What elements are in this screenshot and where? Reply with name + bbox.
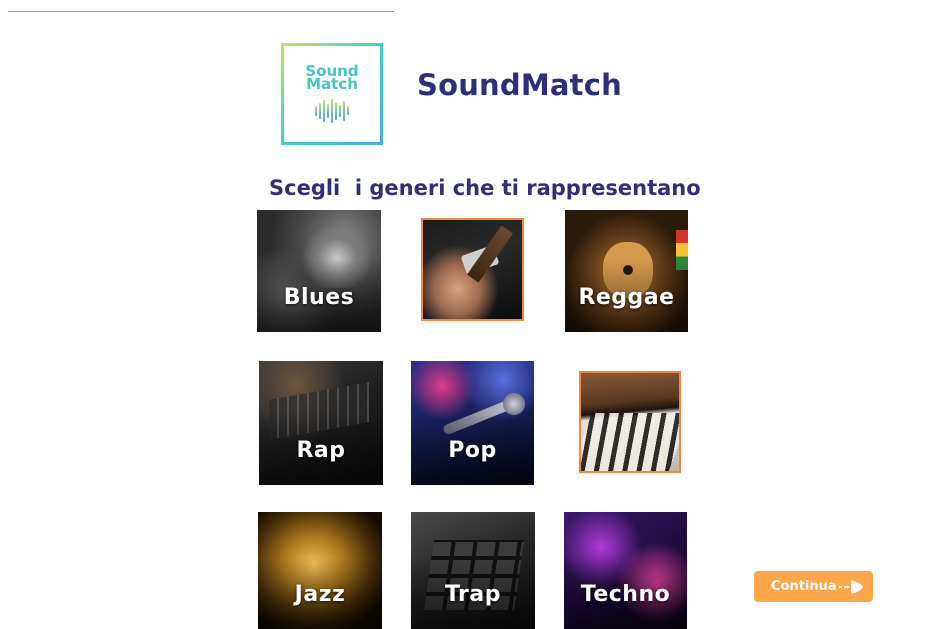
arrow-right-icon (839, 579, 865, 599)
genre-label: Pop (411, 413, 534, 485)
genre-tile-jazz[interactable]: Jazz (258, 512, 382, 629)
soundmatch-logo: Sound Match (281, 43, 383, 145)
genre-prompt-heading: Scegli i generi che ti rappresentano (269, 176, 701, 200)
soundwave-icon (315, 98, 349, 124)
genre-label: Techno (564, 557, 687, 629)
genre-tile-blues[interactable]: Blues (257, 210, 381, 332)
photo-piano-keys (581, 413, 679, 471)
genre-tile-techno[interactable]: Techno (564, 512, 687, 629)
genre-label: Blues (257, 260, 381, 332)
continue-button-label: Continua (771, 579, 837, 594)
genre-label: Jazz (258, 557, 382, 629)
continue-button[interactable]: Continua (754, 571, 873, 602)
top-divider (8, 11, 394, 12)
app-title: SoundMatch (417, 68, 622, 102)
logo-text-match: Match (306, 74, 358, 93)
genre-label: Trap (411, 557, 535, 629)
genre-tile-pop[interactable]: Pop (411, 361, 534, 485)
genre-tile-piano-selected[interactable] (579, 371, 681, 473)
genre-label: Reggae (565, 260, 688, 332)
genre-tile-reggae[interactable]: Reggae (565, 210, 688, 332)
photo-mic-head (503, 393, 525, 415)
genre-tile-guitar-selected[interactable] (421, 218, 524, 321)
genre-label: Rap (259, 413, 383, 485)
genre-tile-rap[interactable]: Rap (259, 361, 383, 485)
genre-tile-trap[interactable]: Trap (411, 512, 535, 629)
